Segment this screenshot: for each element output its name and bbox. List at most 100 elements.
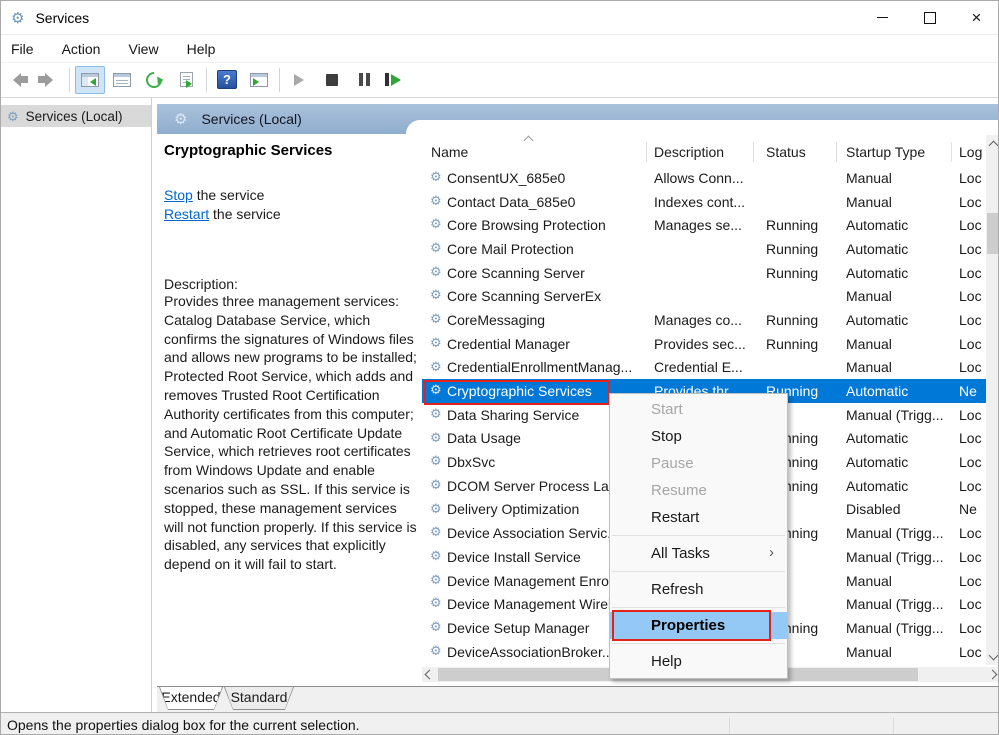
service-row[interactable]: ⚙ Core Scanning Server Running Automatic…	[422, 261, 986, 285]
service-log-on-as-cell: Loc	[959, 644, 986, 660]
stop-service-button[interactable]	[317, 66, 347, 94]
context-menu-item-pause[interactable]: Pause ›	[610, 450, 787, 477]
service-row[interactable]: ⚙ Core Browsing Protection Manages se...…	[422, 213, 986, 237]
help-button[interactable]: ?	[212, 66, 242, 94]
service-name-cell: Core Browsing Protection	[447, 217, 652, 233]
service-row[interactable]: ⚙ ConsentUX_685e0 Allows Conn... Manual …	[422, 166, 986, 190]
services-gear-icon: ⚙	[174, 112, 187, 127]
scroll-left-icon[interactable]	[426, 671, 433, 678]
toolbar-separator	[69, 68, 70, 92]
column-divider[interactable]	[753, 142, 754, 162]
column-divider[interactable]	[951, 142, 952, 162]
show-console-tree-button[interactable]	[75, 66, 105, 94]
column-header-status[interactable]: Status	[766, 144, 806, 160]
service-row[interactable]: ⚙ Credential Manager Provides sec... Run…	[422, 332, 986, 356]
service-startup-type-cell: Disabled	[846, 501, 954, 517]
service-gear-icon: ⚙	[430, 573, 442, 586]
service-startup-type-cell: Automatic	[846, 241, 954, 257]
properties-dialog-icon	[113, 73, 131, 87]
maximize-button[interactable]	[906, 1, 953, 34]
services-gear-icon: ⚙	[7, 110, 19, 123]
service-startup-type-cell: Automatic	[846, 265, 954, 281]
context-menu-item-stop[interactable]: Stop ›	[610, 423, 787, 450]
service-gear-icon: ⚙	[430, 241, 442, 254]
service-row[interactable]: ⚙ Contact Data_685e0 Indexes cont... Man…	[422, 190, 986, 214]
column-header-description[interactable]: Description	[654, 144, 724, 160]
restart-service-button[interactable]	[381, 66, 411, 94]
close-icon: ×	[972, 9, 982, 26]
service-log-on-as-cell: Ne	[959, 501, 986, 517]
properties-toolbar-button[interactable]	[107, 66, 137, 94]
refresh-button[interactable]	[139, 66, 169, 94]
column-divider[interactable]	[836, 142, 837, 162]
service-description-text: Provides three management services: Cata…	[164, 292, 418, 574]
service-startup-type-cell: Manual (Trigg...	[846, 525, 954, 541]
service-gear-icon: ⚙	[430, 620, 442, 633]
service-name-cell: Core Scanning Server	[447, 265, 652, 281]
scroll-up-icon[interactable]	[990, 142, 997, 149]
service-gear-icon: ⚙	[430, 217, 442, 230]
service-startup-type-cell: Manual (Trigg...	[846, 407, 954, 423]
service-startup-type-cell: Manual (Trigg...	[846, 596, 954, 612]
menu-action[interactable]: Action	[48, 41, 115, 57]
content-header-label: Services (Local)	[201, 111, 301, 127]
close-button[interactable]: ×	[953, 1, 999, 34]
tab-extended[interactable]: Extended	[159, 687, 223, 710]
service-name-cell: Core Scanning ServerEx	[447, 288, 652, 304]
service-log-on-as-cell: Loc	[959, 336, 986, 352]
stop-service-link[interactable]: Stop	[164, 187, 193, 203]
minimize-button[interactable]	[859, 1, 906, 34]
column-header-startup-type[interactable]: Startup Type	[846, 144, 925, 160]
scroll-down-icon[interactable]	[990, 652, 997, 659]
scroll-right-icon[interactable]	[989, 671, 996, 678]
start-service-button[interactable]	[285, 66, 315, 94]
service-startup-type-cell: Automatic	[846, 217, 954, 233]
restart-service-link[interactable]: Restart	[164, 206, 209, 222]
context-menu-separator	[612, 643, 785, 644]
maximize-icon	[924, 12, 936, 24]
column-header-name[interactable]: Name	[431, 144, 468, 160]
pause-service-button[interactable]	[349, 66, 379, 94]
tab-standard[interactable]: Standard	[224, 687, 294, 710]
context-menu-item-start[interactable]: Start ›	[610, 396, 787, 423]
menu-view[interactable]: View	[114, 41, 172, 57]
context-menu-item-help[interactable]: Help ›	[610, 648, 787, 675]
column-header-log-on-as[interactable]: Log	[959, 144, 982, 160]
service-startup-type-cell: Automatic	[846, 454, 954, 470]
context-menu-item-resume[interactable]: Resume ›	[610, 477, 787, 504]
column-divider[interactable]	[646, 142, 647, 162]
service-status-cell: Running	[766, 312, 842, 328]
stop-service-line: Stop the service	[164, 186, 418, 205]
service-row[interactable]: ⚙ CoreMessaging Manages co... Running Au…	[422, 308, 986, 332]
context-menu-item-properties[interactable]: Properties ›	[610, 612, 787, 639]
service-log-on-as-cell: Loc	[959, 430, 986, 446]
service-log-on-as-cell: Loc	[959, 596, 986, 612]
back-button[interactable]	[2, 66, 32, 94]
show-action-pane-button[interactable]	[244, 66, 274, 94]
service-gear-icon: ⚙	[430, 194, 442, 207]
service-log-on-as-cell: Loc	[959, 170, 986, 186]
menu-file[interactable]: File	[1, 41, 48, 57]
context-menu-item-all-tasks[interactable]: All Tasks ›	[610, 540, 787, 567]
service-row[interactable]: ⚙ CredentialEnrollmentManag... Credentia…	[422, 356, 986, 380]
service-startup-type-cell: Manual	[846, 194, 954, 210]
menu-help[interactable]: Help	[173, 41, 230, 57]
vertical-scrollbar[interactable]	[986, 135, 999, 665]
service-startup-type-cell: Automatic	[846, 430, 954, 446]
context-menu-item-refresh[interactable]: Refresh ›	[610, 576, 787, 603]
service-log-on-as-cell: Loc	[959, 525, 986, 541]
service-row[interactable]: ⚙ Core Mail Protection Running Automatic…	[422, 237, 986, 261]
service-row[interactable]: ⚙ Core Scanning ServerEx Manual Loc	[422, 284, 986, 308]
console-tree-pane: ⚙ Services (Local)	[1, 98, 152, 713]
service-startup-type-cell: Automatic	[846, 478, 954, 494]
context-menu-item-restart[interactable]: Restart ›	[610, 504, 787, 531]
forward-button[interactable]	[34, 66, 64, 94]
context-menu: Start › Stop › Pause › Resume › Restart …	[609, 393, 788, 679]
help-icon: ?	[217, 70, 237, 89]
service-description-cell: Credential E...	[654, 359, 758, 375]
start-service-icon	[294, 74, 310, 86]
export-list-button[interactable]	[171, 66, 201, 94]
vertical-scrollbar-thumb[interactable]	[987, 213, 999, 254]
tree-item-services-local[interactable]: ⚙ Services (Local)	[1, 105, 151, 127]
show-console-tree-icon	[81, 73, 99, 87]
